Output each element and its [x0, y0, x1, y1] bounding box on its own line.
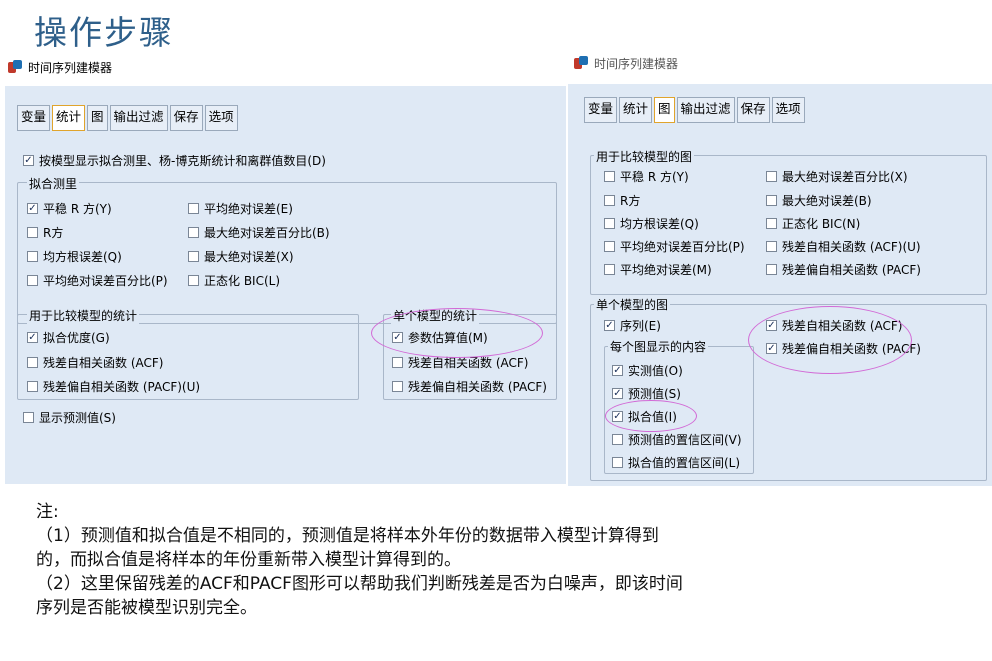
content-item-observed[interactable]: ✓ 实测值(O) [612, 362, 683, 379]
app-icon [8, 60, 22, 74]
notes-line: 序列是否能被模型识别完全。 [36, 598, 257, 618]
left-tabs: 变量 统计 图 输出过滤 保存 选项 [17, 105, 238, 131]
tab-save[interactable]: 保存 [736, 97, 770, 123]
content-title: 每个图显示的内容 [608, 338, 709, 355]
tab-output-filter[interactable]: 输出过滤 [109, 105, 168, 131]
tab-save[interactable]: 保存 [169, 105, 203, 131]
right-panel: 变量 统计 图 输出过滤 保存 选项 用于比较模型的图 平稳 R 方(Y) 最大… [568, 84, 992, 486]
fit-item-maxae[interactable]: 最大绝对误差(X) [188, 248, 294, 265]
plot-item-maxae[interactable]: 最大绝对误差(B) [766, 192, 872, 209]
checkbox-icon[interactable] [188, 251, 199, 262]
checkbox-icon[interactable] [604, 264, 615, 275]
plot-item-r2[interactable]: R方 [604, 192, 640, 209]
checkbox-icon[interactable] [392, 381, 403, 392]
checkbox-icon[interactable] [604, 241, 615, 252]
checkbox-icon[interactable] [604, 195, 615, 206]
tab-statistics[interactable]: 统计 [619, 97, 653, 123]
plot-item-pacf[interactable]: 残差偏自相关函数 (PACF) [766, 261, 921, 278]
fit-measures-title: 拟合测里 [27, 175, 80, 192]
tab-plots[interactable]: 图 [654, 97, 675, 123]
checkbox-icon[interactable] [23, 412, 34, 423]
single-plots-title: 单个模型的图 [594, 296, 671, 313]
checkbox-icon[interactable] [188, 227, 199, 238]
fit-item-stationary-r2[interactable]: ✓ 平稳 R 方(Y) [27, 200, 112, 217]
plot-item-rmse[interactable]: 均方根误差(Q) [604, 215, 699, 232]
checkbox-icon[interactable] [766, 218, 777, 229]
notes: 注: （1）预测值和拟合值是不相同的，预测值是将样本外年份的数据带入模型计算得到… [36, 500, 683, 620]
compare-stat-goodness[interactable]: ✓ 拟合优度(G) [27, 329, 110, 346]
left-window-titlebar: 时间序列建模器 [8, 54, 308, 80]
highlight-oval [748, 306, 912, 374]
tab-options[interactable]: 选项 [771, 97, 805, 123]
checkbox-icon[interactable]: ✓ [27, 332, 38, 343]
tab-plots[interactable]: 图 [87, 105, 108, 131]
display-fit-checkbox[interactable]: ✓ 按模型显示拟合测里、杨-博克斯统计和离群值数目(D) [23, 152, 326, 169]
single-plot-series[interactable]: ✓ 序列(E) [604, 317, 661, 334]
plot-item-bic[interactable]: 正态化 BIC(N) [766, 215, 860, 232]
fit-item-mape[interactable]: 平均绝对误差百分比(P) [27, 272, 168, 289]
checkbox-icon[interactable] [766, 171, 777, 182]
left-dialog: 时间序列建模器 变量 统计 图 输出过滤 保存 选项 ✓ 按模型显示拟合测里、杨… [0, 54, 566, 484]
checkbox-icon[interactable]: ✓ [23, 155, 34, 166]
plot-item-stationary-r2[interactable]: 平稳 R 方(Y) [604, 168, 689, 185]
single-stat-pacf[interactable]: 残差偏自相关函数 (PACF) [392, 378, 547, 395]
fit-item-r2[interactable]: R方 [27, 224, 63, 241]
checkbox-icon[interactable] [27, 381, 38, 392]
notes-heading: 注: [36, 502, 59, 522]
compare-stat-acf[interactable]: 残差自相关函数 (ACF) [27, 354, 163, 371]
checkbox-icon[interactable] [604, 171, 615, 182]
plot-item-maxape[interactable]: 最大绝对误差百分比(X) [766, 168, 908, 185]
right-window-title: 时间序列建模器 [594, 56, 679, 71]
tab-variables[interactable]: 变量 [584, 97, 618, 123]
fit-item-mae[interactable]: 平均绝对误差(E) [188, 200, 293, 217]
checkbox-icon[interactable]: ✓ [612, 365, 623, 376]
right-tabs: 变量 统计 图 输出过滤 保存 选项 [584, 97, 805, 123]
checkbox-icon[interactable] [27, 227, 38, 238]
left-window-title: 时间序列建模器 [28, 60, 113, 75]
plot-item-acf[interactable]: 残差自相关函数 (ACF)(U) [766, 238, 921, 255]
compare-stat-pacf[interactable]: 残差偏自相关函数 (PACF)(U) [27, 378, 200, 395]
show-forecast-checkbox[interactable]: 显示预测值(S) [23, 409, 116, 426]
slide-title: 操作步骤 [34, 13, 174, 52]
tab-variables[interactable]: 变量 [17, 105, 51, 131]
notes-line: （2）这里保留残差的ACF和PACF图形可以帮助我们判断残差是否为白噪声，即该时… [36, 574, 683, 594]
fit-item-bic[interactable]: 正态化 BIC(L) [188, 272, 280, 289]
left-panel: 变量 统计 图 输出过滤 保存 选项 ✓ 按模型显示拟合测里、杨-博克斯统计和离… [5, 86, 566, 484]
checkbox-icon[interactable] [188, 275, 199, 286]
tab-statistics[interactable]: 统计 [52, 105, 86, 131]
checkbox-icon[interactable] [766, 264, 777, 275]
highlight-oval [605, 400, 697, 432]
highlight-oval [371, 308, 543, 358]
compare-stats-title: 用于比较模型的统计 [27, 307, 140, 324]
checkbox-icon[interactable]: ✓ [612, 388, 623, 399]
notes-line: （1）预测值和拟合值是不相同的，预测值是将样本外年份的数据带入模型计算得到 [36, 526, 659, 546]
tab-options[interactable]: 选项 [204, 105, 238, 131]
checkbox-icon[interactable] [27, 251, 38, 262]
content-item-forecast-ci[interactable]: 预测值的置信区间(V) [612, 431, 742, 448]
checkbox-icon[interactable] [27, 275, 38, 286]
content-item-fit-ci[interactable]: 拟合值的置信区间(L) [612, 454, 740, 471]
checkbox-icon[interactable] [612, 457, 623, 468]
compare-plots-title: 用于比较模型的图 [594, 148, 695, 165]
checkbox-icon[interactable]: ✓ [27, 203, 38, 214]
plot-item-mape[interactable]: 平均绝对误差百分比(P) [604, 238, 745, 255]
checkbox-icon[interactable] [766, 195, 777, 206]
checkbox-icon[interactable] [27, 357, 38, 368]
right-window-titlebar: 时间序列建模器 [574, 50, 874, 76]
app-icon [574, 56, 588, 70]
plot-item-mae[interactable]: 平均绝对误差(M) [604, 261, 712, 278]
checkbox-icon[interactable]: ✓ [604, 320, 615, 331]
notes-line: 的，而拟合值是将样本的年份重新带入模型计算得到的。 [36, 550, 461, 570]
fit-item-maxape[interactable]: 最大绝对误差百分比(B) [188, 224, 330, 241]
checkbox-icon[interactable] [188, 203, 199, 214]
tab-output-filter[interactable]: 输出过滤 [676, 97, 735, 123]
checkbox-icon[interactable] [766, 241, 777, 252]
right-dialog: 时间序列建模器 变量 统计 图 输出过滤 保存 选项 用于比较模型的图 平稳 R… [568, 50, 992, 486]
fit-item-rmse[interactable]: 均方根误差(Q) [27, 248, 122, 265]
checkbox-icon[interactable] [612, 434, 623, 445]
checkbox-icon[interactable] [392, 357, 403, 368]
checkbox-icon[interactable] [604, 218, 615, 229]
